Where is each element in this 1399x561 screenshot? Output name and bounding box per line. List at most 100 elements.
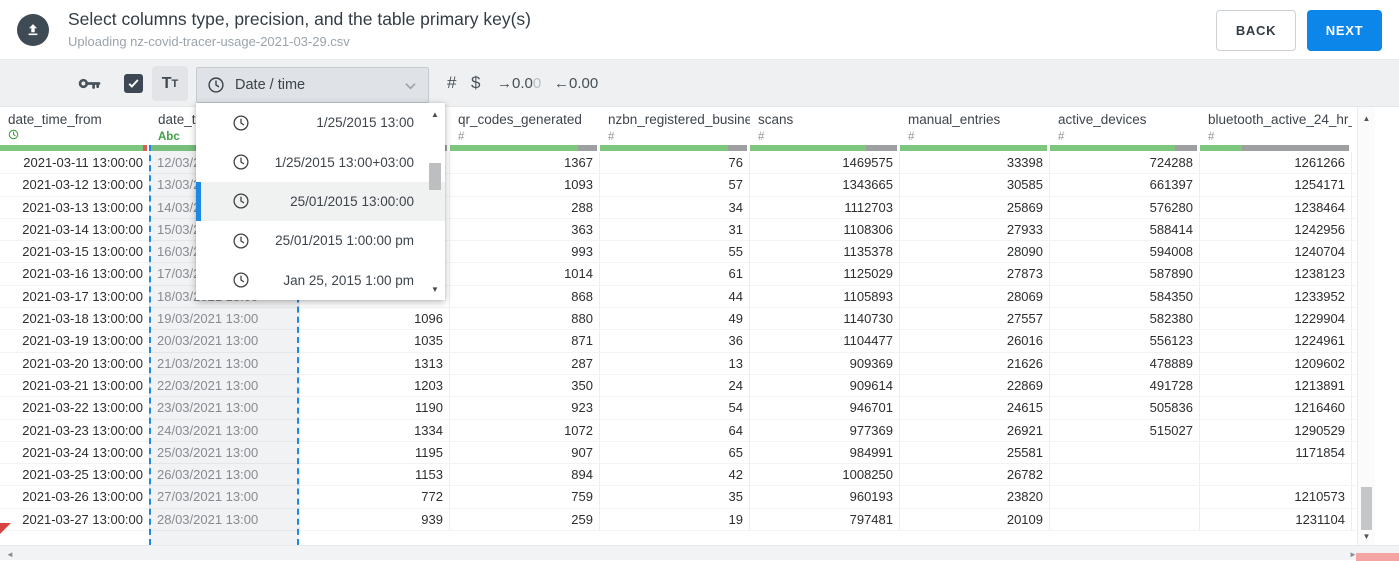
table-cell[interactable]: 2021-03-11 13:00:00 bbox=[0, 152, 150, 174]
scroll-up-arrow[interactable]: ▲ bbox=[1358, 115, 1375, 123]
boolean-type-checkbox[interactable] bbox=[124, 74, 143, 93]
table-cell[interactable]: 939 bbox=[300, 508, 450, 531]
column-header-nzbn_registered_busine[interactable]: nzbn_registered_busine # bbox=[600, 107, 750, 145]
table-cell[interactable]: 1229904 bbox=[1200, 308, 1352, 330]
table-cell[interactable]: 21626 bbox=[900, 352, 1050, 374]
number-type-icon[interactable]: # bbox=[447, 73, 456, 93]
table-cell[interactable]: 515027 bbox=[1050, 419, 1200, 441]
table-cell[interactable]: 923 bbox=[450, 397, 600, 419]
table-cell[interactable]: 1072 bbox=[450, 419, 600, 441]
table-cell[interactable]: 880 bbox=[450, 308, 600, 330]
table-cell[interactable]: 1135378 bbox=[750, 241, 900, 263]
table-cell[interactable]: 661397 bbox=[1050, 174, 1200, 196]
table-cell[interactable]: 505836 bbox=[1050, 397, 1200, 419]
table-cell[interactable]: 1367 bbox=[450, 152, 600, 174]
table-cell[interactable]: 582380 bbox=[1050, 308, 1200, 330]
table-cell[interactable]: 363 bbox=[450, 218, 600, 241]
table-cell[interactable]: 909369 bbox=[750, 352, 900, 374]
table-cell[interactable]: 1261266 bbox=[1200, 152, 1352, 174]
table-cell[interactable]: 26016 bbox=[900, 330, 1050, 352]
table-cell[interactable]: 26921 bbox=[900, 419, 1050, 441]
table-cell[interactable]: 19 bbox=[600, 508, 750, 531]
table-cell[interactable]: 35 bbox=[600, 486, 750, 508]
table-cell[interactable]: 2021-03-27 13:00:00 bbox=[0, 508, 150, 531]
format-option[interactable]: Jan 25, 2015 1:00 pm bbox=[196, 261, 445, 300]
table-cell[interactable]: 2021-03-22 13:00:00 bbox=[0, 397, 150, 419]
table-cell[interactable]: 25869 bbox=[900, 196, 1050, 218]
table-cell[interactable]: 909614 bbox=[750, 374, 900, 397]
table-cell[interactable]: 1125029 bbox=[750, 263, 900, 285]
table-cell[interactable]: 491728 bbox=[1050, 374, 1200, 397]
table-cell[interactable]: 25/03/2021 13:00 bbox=[150, 441, 300, 464]
table-cell[interactable]: 26782 bbox=[900, 464, 1050, 486]
table-cell[interactable]: 1112703 bbox=[750, 196, 900, 218]
column-header-scans[interactable]: scans # bbox=[750, 107, 900, 145]
table-cell[interactable]: 960193 bbox=[750, 486, 900, 508]
format-option[interactable]: 25/01/2015 13:00:00 bbox=[196, 181, 445, 222]
table-cell[interactable]: 26/03/2021 13:00 bbox=[150, 464, 300, 486]
table-cell[interactable]: 24615 bbox=[900, 397, 1050, 419]
table-cell[interactable]: 42 bbox=[600, 464, 750, 486]
scroll-down-arrow[interactable]: ▼ bbox=[1358, 533, 1375, 541]
table-cell[interactable]: 724288 bbox=[1050, 152, 1200, 174]
table-cell[interactable]: 1233952 bbox=[1200, 285, 1352, 308]
table-cell[interactable]: 2021-03-13 13:00:00 bbox=[0, 196, 150, 218]
table-cell[interactable]: 31 bbox=[600, 218, 750, 241]
table-cell[interactable]: 33398 bbox=[900, 152, 1050, 174]
table-cell[interactable]: 576280 bbox=[1050, 196, 1200, 218]
format-option[interactable]: 1/25/2015 13:00+03:00 bbox=[196, 142, 445, 181]
table-cell[interactable]: 76 bbox=[600, 152, 750, 174]
scroll-thumb[interactable] bbox=[429, 163, 441, 190]
currency-type-icon[interactable]: $ bbox=[471, 73, 480, 93]
table-cell[interactable]: 2021-03-14 13:00:00 bbox=[0, 218, 150, 241]
table-cell[interactable]: 1238464 bbox=[1200, 196, 1352, 218]
table-cell[interactable]: 2021-03-17 13:00:00 bbox=[0, 285, 150, 308]
format-option[interactable]: 25/01/2015 1:00:00 pm bbox=[196, 221, 445, 260]
column-header-qr_codes_generated[interactable]: qr_codes_generated # bbox=[450, 107, 600, 145]
table-cell[interactable]: 30585 bbox=[900, 174, 1050, 196]
format-option[interactable]: 1/25/2015 13:00 bbox=[196, 103, 445, 142]
table-cell[interactable]: 1334 bbox=[300, 419, 450, 441]
table-cell[interactable]: 588414 bbox=[1050, 218, 1200, 241]
table-cell[interactable]: 1014 bbox=[450, 263, 600, 285]
table-cell[interactable]: 57 bbox=[600, 174, 750, 196]
table-cell[interactable]: 2021-03-18 13:00:00 bbox=[0, 308, 150, 330]
table-cell[interactable] bbox=[1050, 486, 1200, 508]
table-cell[interactable]: 587890 bbox=[1050, 263, 1200, 285]
table-cell[interactable]: 1254171 bbox=[1200, 174, 1352, 196]
table-cell[interactable]: 1210573 bbox=[1200, 486, 1352, 508]
table-cell[interactable]: 22/03/2021 13:00 bbox=[150, 374, 300, 397]
table-cell[interactable]: 1104477 bbox=[750, 330, 900, 352]
table-cell[interactable]: 259 bbox=[450, 508, 600, 531]
table-cell[interactable]: 65 bbox=[600, 441, 750, 464]
table-cell[interactable]: 1203 bbox=[300, 374, 450, 397]
table-cell[interactable]: 1153 bbox=[300, 464, 450, 486]
table-cell[interactable]: 478889 bbox=[1050, 352, 1200, 374]
table-cell[interactable]: 288 bbox=[450, 196, 600, 218]
table-cell[interactable]: 24 bbox=[600, 374, 750, 397]
datetime-format-dropdown[interactable]: Date / time bbox=[196, 67, 429, 103]
back-button[interactable]: BACK bbox=[1216, 10, 1296, 51]
table-cell[interactable]: 1469575 bbox=[750, 152, 900, 174]
table-cell[interactable]: 946701 bbox=[750, 397, 900, 419]
precision-increase-button[interactable]: →0.00 bbox=[497, 75, 541, 92]
table-cell[interactable]: 584350 bbox=[1050, 285, 1200, 308]
table-cell[interactable]: 1008250 bbox=[750, 464, 900, 486]
table-cell[interactable]: 1035 bbox=[300, 330, 450, 352]
table-cell[interactable]: 594008 bbox=[1050, 241, 1200, 263]
column-header-active_devices[interactable]: active_devices # bbox=[1050, 107, 1200, 145]
table-cell[interactable]: 27/03/2021 13:00 bbox=[150, 486, 300, 508]
table-cell[interactable] bbox=[1200, 464, 1352, 486]
table-cell[interactable]: 759 bbox=[450, 486, 600, 508]
table-cell[interactable]: 868 bbox=[450, 285, 600, 308]
primary-key-icon[interactable] bbox=[78, 76, 102, 91]
table-cell[interactable]: 23/03/2021 13:00 bbox=[150, 397, 300, 419]
table-cell[interactable]: 1216460 bbox=[1200, 397, 1352, 419]
table-cell[interactable]: 28/03/2021 13:00 bbox=[150, 508, 300, 531]
table-cell[interactable]: 1171854 bbox=[1200, 441, 1352, 464]
table-cell[interactable]: 1213891 bbox=[1200, 374, 1352, 397]
table-cell[interactable]: 907 bbox=[450, 441, 600, 464]
table-cell[interactable]: 19/03/2021 13:00 bbox=[150, 308, 300, 330]
column-header-bluetooth_active_24_hr_[interactable]: bluetooth_active_24_hr_ # bbox=[1200, 107, 1352, 145]
table-cell[interactable]: 894 bbox=[450, 464, 600, 486]
